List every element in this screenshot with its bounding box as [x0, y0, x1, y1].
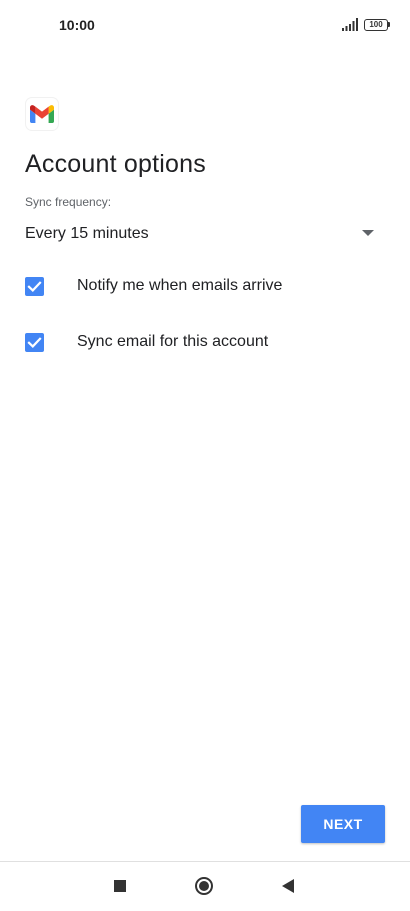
checkmark-icon [27, 337, 42, 348]
signal-icon [342, 18, 358, 31]
status-time: 10:00 [59, 17, 95, 33]
sync-frequency-label: Sync frequency: [25, 195, 112, 209]
sync-option-label: Sync email for this account [77, 333, 269, 350]
checkmark-icon [27, 281, 42, 292]
gmail-logo-icon [26, 98, 58, 130]
battery-level: 100 [364, 19, 388, 31]
home-icon[interactable] [195, 877, 213, 895]
next-button[interactable]: NEXT [301, 805, 385, 843]
sync-checkbox[interactable] [25, 333, 44, 352]
recent-apps-icon[interactable] [114, 880, 126, 892]
battery-icon: 100 [364, 19, 390, 31]
status-bar: 10:00 100 [0, 0, 410, 50]
sync-option-row[interactable]: Sync email for this account [0, 322, 410, 362]
notify-option-label: Notify me when emails arrive [77, 277, 283, 294]
dropdown-arrow-icon [362, 230, 374, 236]
navigation-bar [0, 862, 410, 911]
page-title: Account options [25, 150, 206, 178]
back-icon[interactable] [282, 879, 294, 893]
sync-frequency-value: Every 15 minutes [25, 225, 149, 242]
sync-frequency-dropdown[interactable]: Every 15 minutes [0, 218, 410, 250]
notify-checkbox[interactable] [25, 277, 44, 296]
notify-option-row[interactable]: Notify me when emails arrive [0, 266, 410, 306]
